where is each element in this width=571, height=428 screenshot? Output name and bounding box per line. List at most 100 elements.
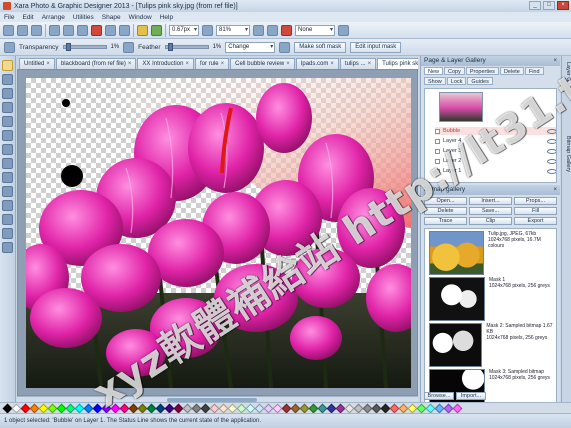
bitmap-trace-button[interactable]: Trace [424, 217, 467, 225]
close-tab-icon[interactable]: × [46, 59, 50, 69]
menu-edit[interactable]: Edit [22, 14, 33, 21]
open-folder-icon[interactable] [17, 24, 28, 36]
doc-tab-active[interactable]: Tulips pink sky.jpg× [377, 58, 418, 69]
doc-tab[interactable]: Untitled × [19, 58, 55, 69]
layers-new-button[interactable]: New [424, 67, 444, 75]
transparency-slider[interactable] [62, 43, 107, 51]
doc-tab[interactable]: Ipads.com × [295, 58, 339, 69]
transparency-tool-icon[interactable] [2, 158, 13, 169]
close-tab-icon[interactable]: × [286, 59, 290, 69]
bitmap-item[interactable]: Tulip.jpg, JPEG, 67kb 1024x768 pixels, 1… [429, 231, 556, 277]
doc-tab[interactable]: Cell bubble review × [230, 58, 295, 69]
help-icon[interactable] [338, 24, 349, 36]
minimize-button[interactable]: _ [529, 1, 541, 10]
bitmap-fill-button[interactable]: Fill [514, 207, 557, 215]
zoom-icon[interactable] [202, 24, 213, 36]
import-button[interactable]: Import... [456, 392, 486, 400]
slider-thumb[interactable] [167, 43, 173, 51]
close-icon[interactable]: × [553, 185, 557, 195]
bitmap-clip-button[interactable]: Clip [469, 217, 512, 225]
eye-icon[interactable] [547, 138, 556, 144]
push-tool-icon[interactable] [2, 242, 13, 253]
menu-arrange[interactable]: Arrange [42, 14, 65, 21]
layer-row[interactable]: Layer 1 [435, 167, 556, 175]
feather-icon[interactable] [123, 41, 135, 53]
layer-checkbox[interactable] [435, 138, 440, 144]
close-tab-icon[interactable]: × [330, 59, 334, 69]
eye-icon[interactable] [547, 128, 556, 134]
layer-row[interactable]: Layer 2 [435, 157, 556, 165]
layers-delete-button[interactable]: Delete [499, 67, 524, 75]
cut-icon[interactable] [49, 24, 60, 36]
layers-find-button[interactable]: Find [524, 67, 544, 75]
layer-checkbox[interactable] [435, 168, 440, 174]
new-document-icon[interactable] [3, 24, 14, 36]
save-icon[interactable] [31, 24, 42, 36]
side-tab-layers[interactable]: Layer Gallery [563, 62, 571, 95]
doc-tab[interactable]: tulips ... × [339, 58, 377, 69]
layers-show-button[interactable]: Show [424, 77, 446, 85]
layer-row[interactable]: Layer 3 [435, 147, 556, 155]
menu-utilities[interactable]: Utilities [73, 14, 94, 21]
copy-icon[interactable] [63, 24, 74, 36]
ellipse-tool-icon[interactable] [2, 214, 13, 225]
layer-row[interactable]: Layer 4 [435, 137, 556, 145]
bitmap-open-button[interactable]: Open... [424, 197, 467, 205]
zoom-percent-combo[interactable]: 81% [216, 24, 250, 36]
close-tab-icon[interactable]: × [368, 59, 372, 69]
close-tab-icon[interactable]: × [185, 59, 189, 69]
magnet-icon[interactable] [281, 24, 292, 36]
bitmap-insert-button[interactable]: Insert... [469, 197, 512, 205]
menu-shape[interactable]: Shape [102, 14, 121, 21]
doc-tab[interactable]: XX Introduction × [137, 58, 194, 69]
eye-icon[interactable] [547, 168, 556, 174]
text-tool-icon[interactable] [2, 130, 13, 141]
fill-tool-icon[interactable] [2, 144, 13, 155]
mode-select[interactable]: Change [225, 41, 276, 53]
doc-tab[interactable]: for rule × [194, 58, 230, 69]
side-tab-bitmaps[interactable]: Bitmap Gallery [563, 136, 571, 172]
bitmap-save-button[interactable]: Save... [469, 207, 512, 215]
edit-input-mask-button[interactable]: Edit input mask [350, 41, 402, 53]
layers-guides-button[interactable]: Guides [467, 77, 493, 85]
export-icon[interactable] [151, 24, 162, 36]
eye-icon[interactable] [547, 158, 556, 164]
color-swatch[interactable] [452, 403, 463, 413]
close-tab-icon[interactable]: × [221, 59, 225, 69]
make-soft-mask-button[interactable]: Make soft mask [294, 41, 347, 53]
bevel-tool-icon[interactable] [2, 186, 13, 197]
tulip-photo[interactable] [26, 78, 411, 388]
redo-icon[interactable] [119, 24, 130, 36]
rectangle-tool-icon[interactable] [2, 200, 13, 211]
close-icon[interactable]: × [553, 56, 557, 66]
browse-button[interactable]: Browse... [424, 392, 454, 400]
zoom-tool-icon[interactable] [2, 228, 13, 239]
bitmap-item[interactable]: Mask 2: Sampled bitmap 1.67 KB 1024x768 … [429, 323, 556, 369]
menu-help[interactable]: Help [160, 14, 173, 21]
maximize-button[interactable]: □ [543, 1, 555, 10]
eye-icon[interactable] [547, 148, 556, 154]
pen-tool-icon[interactable] [2, 116, 13, 127]
layer-checkbox[interactable] [435, 128, 440, 134]
canvas[interactable] [26, 78, 411, 388]
layers-lock-button[interactable]: Lock [446, 77, 467, 85]
bitmap-delete-button[interactable]: Delete [424, 207, 467, 215]
feather-slider[interactable] [164, 43, 209, 51]
menu-window[interactable]: Window [129, 14, 152, 21]
shape-editor-icon[interactable] [2, 88, 13, 99]
menu-file[interactable]: File [4, 14, 14, 21]
zoom-out-icon[interactable] [267, 24, 278, 36]
bitmap-item[interactable]: Mask 1 1024x768 pixels, 256 greys [429, 277, 556, 323]
paste-icon[interactable] [77, 24, 88, 36]
close-tab-icon[interactable]: × [128, 59, 132, 69]
layers-properties-button[interactable]: Properties [465, 67, 499, 75]
delete-icon[interactable] [91, 24, 102, 36]
zoom-size-combo[interactable]: 0.67px [169, 24, 199, 36]
slider-thumb[interactable] [65, 43, 71, 51]
bitmap-props-button[interactable]: Props... [514, 197, 557, 205]
doc-tab[interactable]: blackboard (from ref file) × [55, 58, 137, 69]
options-icon[interactable] [279, 41, 291, 53]
layers-copy-button[interactable]: Copy [444, 67, 465, 75]
page-thumbnail[interactable] [439, 92, 483, 122]
close-button[interactable]: × [557, 1, 569, 10]
